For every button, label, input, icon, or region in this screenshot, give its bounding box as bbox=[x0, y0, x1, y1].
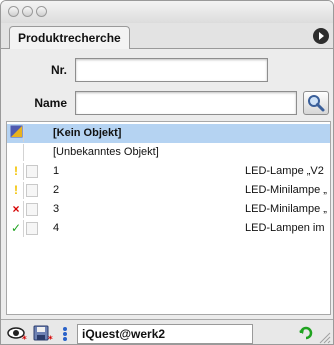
list-item[interactable]: [Unbekanntes Objekt] bbox=[7, 143, 330, 162]
search-form: Nr. Name bbox=[1, 49, 333, 121]
list-item[interactable]: × 3 LED-Minilampe „ bbox=[7, 200, 330, 219]
row-checkbox[interactable] bbox=[26, 222, 38, 235]
row-checkbox[interactable] bbox=[26, 184, 38, 197]
panel-menu-button[interactable] bbox=[313, 28, 329, 44]
result-list[interactable]: [Kein Objekt] [Unbekanntes Objekt]! 1 LED-L… bbox=[6, 121, 331, 315]
refresh-icon[interactable] bbox=[297, 324, 315, 342]
nr-field[interactable] bbox=[75, 58, 268, 82]
ok-check-icon: ✓ bbox=[9, 220, 24, 237]
list-item-description: LED-Lampe „V2 bbox=[245, 165, 324, 177]
nr-label: Nr. bbox=[50, 63, 67, 77]
magnifier-icon bbox=[308, 95, 325, 112]
list-item-description: LED-Minilampe „ bbox=[245, 184, 327, 196]
list-item-label: 1 bbox=[53, 165, 60, 177]
list-item-label: 3 bbox=[53, 203, 60, 215]
user-workspace-field: iQuest@werk2 bbox=[77, 324, 253, 344]
name-label: Name bbox=[34, 96, 67, 110]
save-disk-icon[interactable]: * bbox=[33, 325, 55, 343]
list-item-label: [Unbekanntes Objekt] bbox=[53, 146, 159, 158]
name-field[interactable] bbox=[75, 91, 297, 115]
list-item-description: LED-Minilampe „ bbox=[245, 203, 327, 215]
view-eye-icon[interactable]: * bbox=[7, 325, 29, 343]
title-bar bbox=[1, 1, 333, 23]
list-item[interactable]: ✓ 4 LED-Lampen im bbox=[7, 219, 330, 238]
list-item-label: [Kein Objekt] bbox=[53, 127, 122, 139]
close-window-button[interactable] bbox=[8, 6, 19, 17]
more-options-icon[interactable] bbox=[59, 325, 71, 343]
resize-grip-icon[interactable] bbox=[317, 330, 331, 344]
row-checkbox[interactable] bbox=[26, 203, 38, 216]
zoom-window-button[interactable] bbox=[36, 6, 47, 17]
row-checkbox[interactable] bbox=[26, 165, 38, 178]
warning-icon: ! bbox=[9, 163, 24, 180]
list-item[interactable]: [Kein Objekt] bbox=[7, 124, 330, 143]
list-item[interactable]: ! 1 LED-Lampe „V2 bbox=[7, 162, 330, 181]
list-item-label: 4 bbox=[53, 222, 60, 234]
error-icon: × bbox=[9, 201, 24, 218]
object-type-icon bbox=[9, 125, 24, 142]
minimize-window-button[interactable] bbox=[22, 6, 33, 17]
svg-text:*: * bbox=[48, 335, 53, 343]
warning-icon: ! bbox=[9, 182, 24, 199]
tab-strip: Produktrecherche bbox=[1, 23, 333, 50]
list-item-label: 2 bbox=[53, 184, 60, 196]
status-cell bbox=[9, 144, 24, 161]
list-item-description: LED-Lampen im bbox=[245, 222, 325, 234]
svg-text:*: * bbox=[22, 335, 27, 343]
bottom-toolbar: * * iQuest@werk2 bbox=[1, 319, 333, 344]
list-item[interactable]: ! 2 LED-Minilampe „ bbox=[7, 181, 330, 200]
tab-produktrecherche[interactable]: Produktrecherche bbox=[9, 26, 130, 50]
app-window: Produktrecherche Nr. Name [Kein Objekt] [… bbox=[0, 0, 334, 345]
search-button[interactable] bbox=[303, 91, 329, 115]
